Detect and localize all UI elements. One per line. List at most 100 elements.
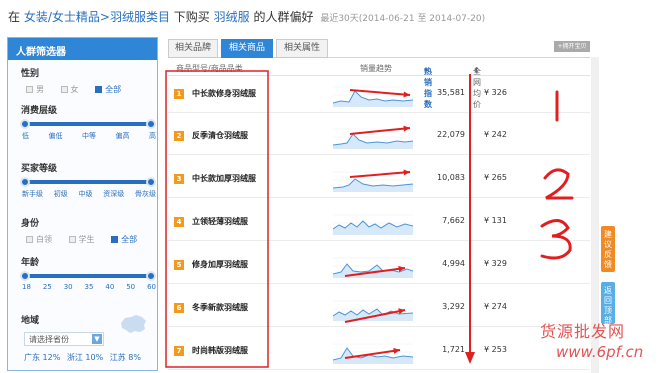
china-map-icon: [121, 315, 146, 333]
product-name-link[interactable]: 中长款加厚羽绒服: [192, 173, 256, 184]
sales-trend-sparkline: [333, 86, 413, 107]
hot-index-value: 1,721: [442, 345, 465, 354]
consumption-label: 消费层级: [21, 106, 58, 116]
buyer-level-label: 买家等级: [21, 164, 58, 174]
region-stat: 浙江 10%: [66, 353, 104, 362]
tab-related-attributes[interactable]: 相关属性: [276, 39, 328, 58]
checkbox-checked-icon: [95, 86, 103, 93]
table-row[interactable]: 1 中长款修身羽绒服 35,581 ¥ 326: [168, 77, 590, 113]
consumption-filter: 消费层级 低 偏低 中等 偏高 高: [8, 103, 157, 141]
rank-badge: 2: [174, 131, 184, 141]
gender-option-all[interactable]: 全部: [95, 85, 121, 94]
watermark-title: 货源批发网: [540, 322, 626, 341]
gender-option-female[interactable]: 女: [60, 85, 79, 94]
hot-index-value: 10,083: [437, 173, 465, 182]
rank-badge: 3: [174, 174, 184, 184]
date-range: 最近30天(2014-06-21 至 2014-07-20): [320, 14, 486, 24]
buyer-level-filter: 买家等级 新手级 初级 中级 资深级 骨灰级: [8, 161, 157, 199]
sales-trend-sparkline: [333, 171, 413, 192]
tab-related-products[interactable]: 相关商品: [221, 39, 273, 58]
sales-trend-sparkline: [333, 257, 413, 278]
product-name-link[interactable]: 反季清仓羽绒服: [192, 130, 248, 141]
slider-handle-right[interactable]: [146, 119, 156, 129]
table-row[interactable]: 6 冬季新款羽绒服 3,292 ¥ 274: [168, 291, 590, 327]
checkbox-icon: [60, 86, 68, 93]
rank-badge: 7: [174, 346, 184, 356]
watermark-url: www.6pf.cn: [556, 343, 644, 361]
breadcrumb-middle: 下购买: [173, 10, 210, 24]
filter-panel-title: 人群筛选器: [8, 38, 157, 60]
chevron-down-icon[interactable]: ▼: [92, 334, 102, 344]
consumption-slider[interactable]: [20, 119, 156, 129]
sales-trend-sparkline: [333, 343, 413, 364]
table-row[interactable]: 4 立领轻薄羽绒服 7,662 ¥ 131: [168, 205, 590, 241]
table-row[interactable]: 7 时尚韩版羽绒服 1,721 ¥ 253: [168, 334, 590, 370]
slider-handle-left[interactable]: [20, 177, 30, 187]
sort-icon: ⬍: [473, 66, 480, 75]
rank-badge: 4: [174, 217, 184, 227]
product-name-link[interactable]: 修身加厚羽绒服: [192, 259, 248, 270]
breadcrumb-category-link[interactable]: 女装/女士精品>羽绒服类目: [24, 10, 170, 24]
rank-badge: 6: [174, 303, 184, 313]
table-header: 商品型号/商品品类 销量趋势 热销指数 ▾ 全网均价 ⬍: [168, 60, 590, 109]
slider-handle-left[interactable]: [20, 271, 30, 281]
gender-label: 性别: [21, 69, 40, 79]
identity-option-student[interactable]: 学生: [68, 235, 95, 244]
avg-price-value: ¥ 253: [484, 345, 507, 354]
sort-desc-icon: ▾: [424, 66, 429, 75]
slider-handle-left[interactable]: [20, 119, 30, 129]
consumption-ticks: 低 偏低 中等 偏高 高: [22, 132, 156, 140]
avg-price-value: ¥ 329: [484, 259, 507, 268]
product-name-link[interactable]: 冬季新款羽绒服: [192, 302, 248, 313]
age-filter: 年龄 18 25 30 35 40 50 60: [8, 255, 157, 291]
breadcrumb-prefix: 在: [8, 10, 21, 24]
gender-option-male[interactable]: 男: [26, 85, 44, 94]
rank-badge: 5: [174, 260, 184, 270]
product-name-link[interactable]: 时尚韩版羽绒服: [192, 345, 248, 356]
slider-handle-right[interactable]: [146, 177, 156, 187]
checkbox-icon: [68, 236, 76, 243]
identity-option-whitecollar[interactable]: 白领: [26, 235, 52, 244]
avg-price-value: ¥ 131: [484, 216, 507, 225]
identity-filter: 身份 白领 学生 全部: [8, 216, 157, 245]
province-select[interactable]: 请选择省份 ▼: [24, 332, 104, 346]
product-name-link[interactable]: 立领轻薄羽绒服: [192, 216, 248, 227]
table-row[interactable]: 5 修身加厚羽绒服 4,994 ¥ 329: [168, 248, 590, 284]
avg-price-value: ¥ 265: [484, 173, 507, 182]
breadcrumb-suffix: 的人群偏好: [253, 10, 314, 24]
sales-trend-sparkline: [333, 214, 413, 235]
slider-handle-right[interactable]: [146, 271, 156, 281]
table-row[interactable]: 3 中长款加厚羽绒服 10,083 ¥ 265: [168, 162, 590, 198]
sales-trend-sparkline: [333, 128, 413, 149]
product-name-link[interactable]: 中长款修身羽绒服: [192, 88, 256, 99]
sales-trend-sparkline: [333, 300, 413, 321]
breadcrumb-keyword[interactable]: 羽绒服: [214, 10, 250, 24]
breadcrumb: 在 女装/女士精品>羽绒服类目 下购买 羽绒服 的人群偏好 最近30天(2014…: [8, 8, 618, 28]
avg-price-value: ¥ 326: [484, 88, 507, 97]
checkbox-icon: [26, 86, 33, 93]
rank-badge: 1: [174, 89, 184, 99]
feedback-button[interactable]: 建议反馈: [601, 226, 615, 272]
hot-index-value: 3,292: [442, 302, 465, 311]
identity-option-all[interactable]: 全部: [111, 235, 137, 244]
region-stat: 江苏 8%: [109, 353, 141, 362]
expand-items-button[interactable]: +拥开宝贝: [554, 41, 590, 52]
age-ticks: 18 25 30 35 40 50 60: [22, 283, 156, 291]
hot-index-value: 22,079: [437, 130, 465, 139]
checkbox-icon: [26, 236, 33, 243]
col-header-name: 商品型号/商品品类: [176, 64, 243, 73]
age-slider[interactable]: [20, 271, 156, 281]
tab-related-brands[interactable]: 相关品牌: [168, 39, 218, 58]
gender-filter: 性别 男 女 全部: [8, 66, 157, 95]
age-label: 年龄: [21, 258, 40, 268]
table-row[interactable]: 2 反季清仓羽绒服 22,079 ¥ 242: [168, 119, 590, 155]
buyer-level-ticks: 新手级 初级 中级 资深级 骨灰级: [22, 190, 156, 198]
hot-index-value: 7,662: [442, 216, 465, 225]
avg-price-value: ¥ 274: [484, 302, 507, 311]
tab-bar: 相关品牌 相关商品 相关属性: [168, 39, 590, 58]
buyer-level-slider[interactable]: [20, 177, 156, 187]
hot-index-value: 4,994: [442, 259, 465, 268]
hot-index-value: 35,581: [437, 88, 465, 97]
avg-price-value: ¥ 242: [484, 130, 507, 139]
identity-label: 身份: [21, 219, 40, 229]
